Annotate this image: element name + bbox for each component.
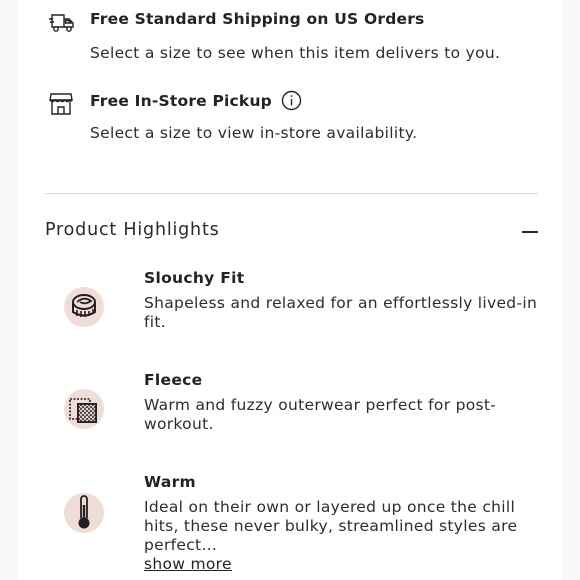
fleece-icon	[63, 387, 107, 431]
highlight-description: Ideal on their own or layered up once th…	[144, 498, 544, 574]
highlight-title: Warm	[144, 473, 196, 491]
info-icon[interactable]	[281, 90, 302, 111]
shipping-title: Free Standard Shipping on US Orders	[90, 10, 425, 28]
slouchy-fit-icon	[63, 285, 107, 329]
highlight-description: Warm and fuzzy outerwear perfect for pos…	[144, 396, 497, 433]
shipping-description: Select a size to see when this item deli…	[90, 44, 501, 62]
highlight-title: Fleece	[144, 371, 203, 389]
show-more-link[interactable]: show more	[144, 555, 232, 573]
minus-icon[interactable]	[522, 231, 538, 233]
product-highlights-toggle[interactable]: Product Highlights	[45, 220, 538, 244]
highlight-description-text: Ideal on their own or layered up once th…	[144, 498, 518, 554]
pickup-title: Free In-Store Pickup	[90, 90, 302, 111]
highlight-description: Shapeless and relaxed for an effortlessl…	[144, 294, 538, 331]
pickup-title-text: Free In-Store Pickup	[90, 91, 272, 110]
section-divider	[45, 193, 538, 194]
delivery-truck-icon	[48, 10, 76, 38]
storefront-icon	[48, 91, 76, 119]
product-details-panel: Free Standard Shipping on US Orders Sele…	[18, 0, 562, 580]
thermometer-icon	[63, 491, 107, 535]
product-highlights-title: Product Highlights	[45, 220, 220, 240]
pickup-description: Select a size to view in-store availabil…	[90, 124, 418, 142]
highlight-title: Slouchy Fit	[144, 269, 245, 287]
